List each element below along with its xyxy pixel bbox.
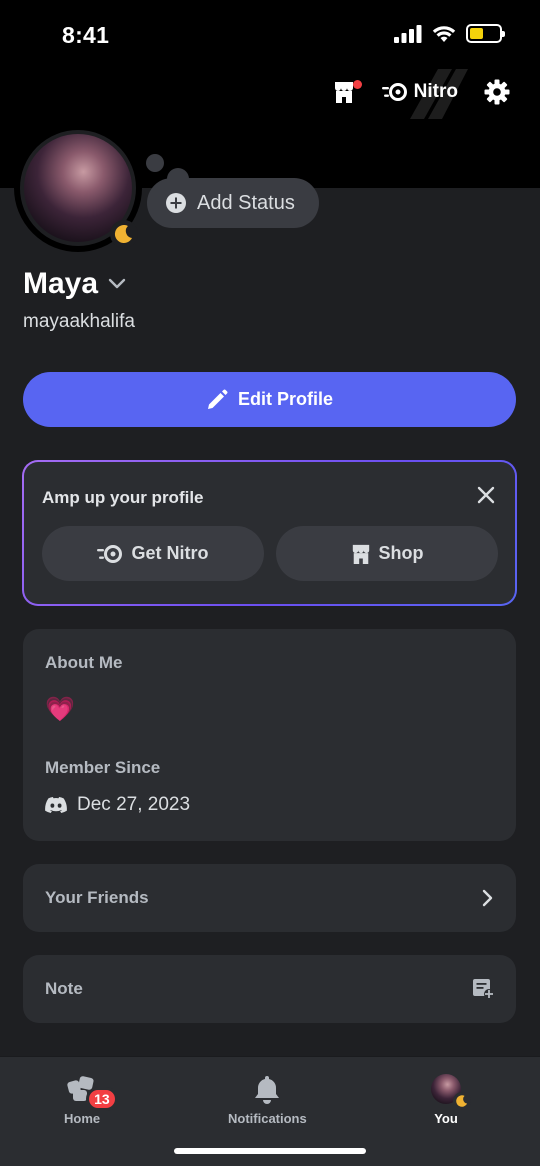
- add-note-icon[interactable]: [472, 977, 494, 999]
- wifi-icon: [432, 25, 456, 42]
- nitro-label: Nitro: [413, 81, 458, 102]
- edit-profile-button[interactable]: Edit Profile: [23, 372, 516, 427]
- shop-icon: [352, 544, 369, 564]
- nitro-promo-card: Amp up your profile Get Nitro Shop: [22, 460, 517, 606]
- chevron-down-icon: [108, 278, 126, 289]
- note-row[interactable]: Note: [23, 955, 516, 1023]
- about-me-label: About Me: [45, 653, 123, 672]
- bell-icon: [249, 1071, 285, 1107]
- header-actions: Nitro: [332, 69, 510, 119]
- nitro-icon: [381, 83, 407, 101]
- display-name: Maya: [23, 267, 99, 300]
- display-name-row[interactable]: Maya: [23, 267, 126, 301]
- tab-notifications-label: Notifications: [228, 1111, 307, 1126]
- status-bubble-dot: [146, 154, 164, 172]
- idle-status-indicator: [110, 220, 138, 248]
- tab-home[interactable]: 13 Home: [64, 1071, 118, 1126]
- home-icon: 13: [64, 1071, 118, 1111]
- tab-you-label: You: [434, 1111, 458, 1126]
- tab-you[interactable]: You: [428, 1071, 471, 1126]
- shop-icon: [334, 82, 353, 103]
- get-nitro-label: Get Nitro: [131, 543, 209, 563]
- home-notification-badge: 13: [86, 1087, 118, 1111]
- edit-profile-label: Edit Profile: [237, 389, 333, 409]
- shop-header-button[interactable]: [332, 78, 362, 106]
- about-card: About Me 💗 Member Since Dec 27, 2023: [23, 629, 516, 841]
- get-nitro-button[interactable]: Get Nitro: [42, 526, 264, 581]
- your-friends-label: Your Friends: [45, 888, 149, 907]
- idle-moon-icon: [453, 1092, 471, 1110]
- tab-home-label: Home: [64, 1111, 101, 1126]
- discord-logo-icon: [45, 797, 67, 813]
- close-icon[interactable]: [477, 486, 495, 504]
- battery-icon: [466, 24, 505, 43]
- chevron-right-icon: [482, 889, 493, 907]
- you-avatar: [428, 1071, 471, 1110]
- settings-gear-icon[interactable]: [484, 79, 510, 105]
- shop-notification-dot: [352, 80, 362, 89]
- tab-notifications[interactable]: Notifications: [228, 1071, 307, 1126]
- status-icons: [394, 24, 505, 43]
- pencil-icon: [207, 389, 228, 409]
- your-friends-row[interactable]: Your Friends: [23, 864, 516, 932]
- plus-circle-icon: [166, 193, 186, 213]
- idle-moon-icon: [114, 225, 132, 244]
- member-since-label: Member Since: [45, 758, 161, 777]
- member-since-row: Dec 27, 2023: [45, 794, 190, 816]
- member-since-date: Dec 27, 2023: [77, 794, 191, 815]
- add-status-label: Add Status: [197, 191, 295, 214]
- signal-icon: [394, 24, 422, 43]
- add-status-button[interactable]: Add Status: [147, 178, 319, 228]
- status-time: 8:41: [62, 22, 110, 48]
- shop-label: Shop: [378, 543, 424, 563]
- shop-button[interactable]: Shop: [276, 526, 498, 581]
- username: mayaakhalifa: [23, 311, 135, 332]
- nitro-header-button[interactable]: Nitro: [381, 69, 468, 119]
- home-indicator[interactable]: [174, 1148, 366, 1154]
- about-me-text: 💗: [45, 696, 75, 723]
- promo-title: Amp up your profile: [42, 488, 204, 507]
- nitro-icon: [97, 544, 123, 563]
- note-label: Note: [45, 979, 83, 998]
